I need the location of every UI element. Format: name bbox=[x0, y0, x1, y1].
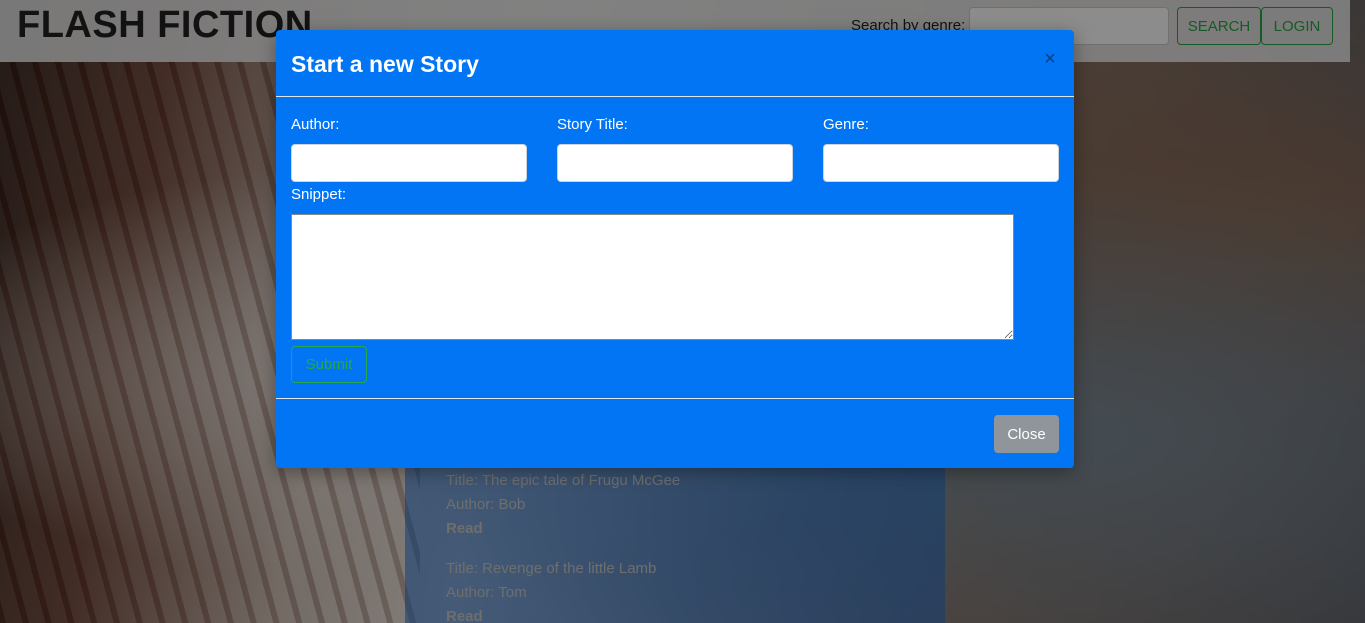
snippet-textarea[interactable] bbox=[291, 214, 1014, 340]
close-icon[interactable]: × bbox=[1042, 48, 1058, 70]
new-story-modal: Start a new Story × Author: Story Title:… bbox=[276, 30, 1074, 468]
author-field[interactable] bbox=[291, 144, 527, 182]
modal-title: Start a new Story bbox=[291, 51, 479, 77]
close-button[interactable]: Close bbox=[994, 415, 1059, 453]
submit-button[interactable]: Submit bbox=[291, 346, 367, 383]
modal-footer-divider bbox=[276, 398, 1074, 399]
snippet-label: Snippet: bbox=[291, 186, 347, 203]
genre-field[interactable] bbox=[823, 144, 1059, 182]
genre-label: Genre: bbox=[823, 116, 869, 133]
modal-header: Start a new Story × bbox=[276, 30, 1074, 97]
story-title-label: Story Title: bbox=[557, 116, 628, 133]
story-title-field[interactable] bbox=[557, 144, 793, 182]
author-label: Author: bbox=[291, 116, 340, 133]
